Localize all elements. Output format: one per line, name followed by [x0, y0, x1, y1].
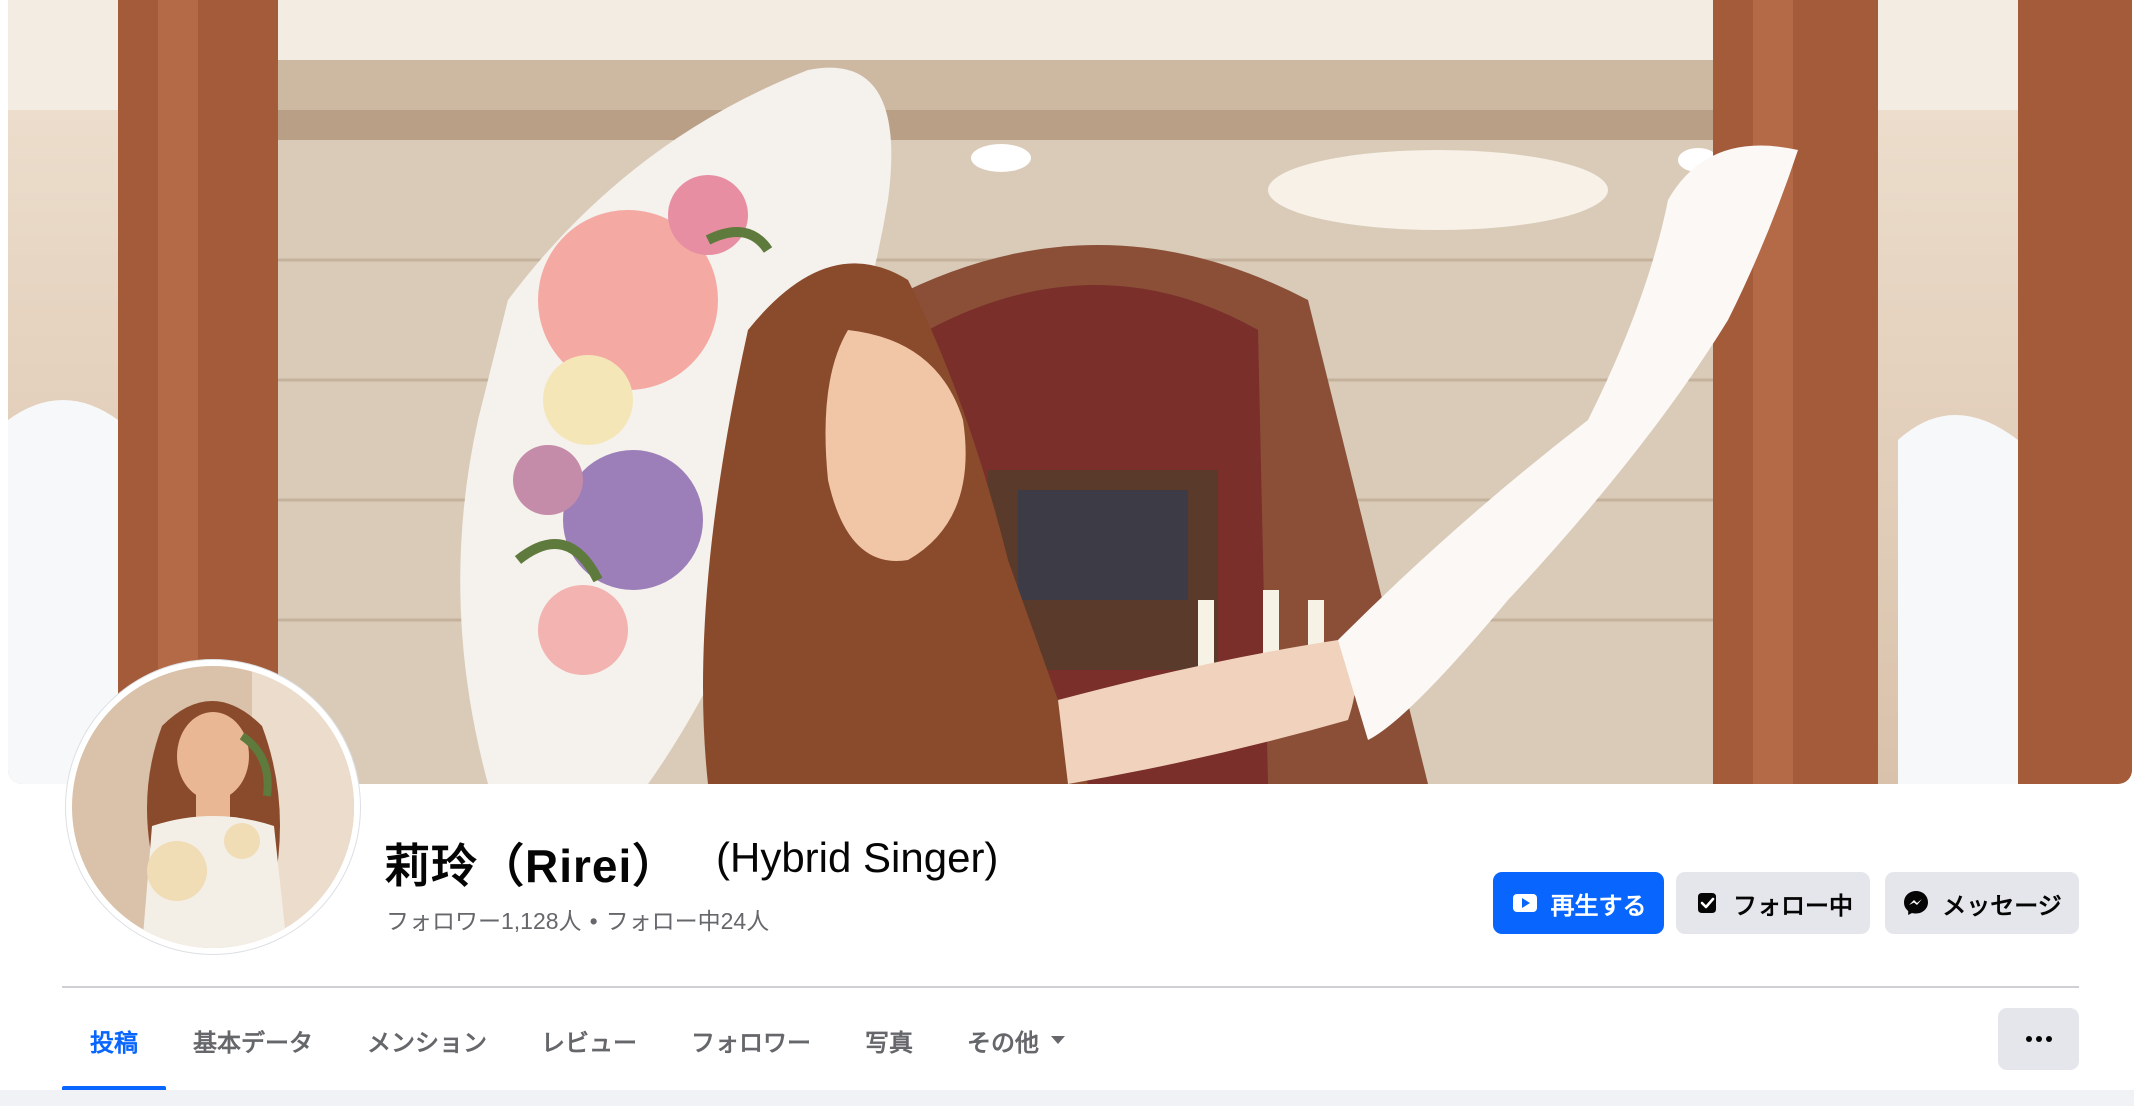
video-play-icon [1512, 894, 1537, 912]
message-button[interactable]: メッセージ [1885, 872, 2079, 934]
tab-label: レビュー [541, 1029, 637, 1057]
messenger-icon [1904, 891, 1929, 915]
following-button[interactable]: フォロー中 [1676, 872, 1870, 934]
page-alternate-name: (Hybrid Singer) [716, 834, 999, 881]
caret-down-icon [1051, 1036, 1065, 1044]
tab-label: 基本データ [193, 1029, 313, 1057]
cover-illustration [8, 0, 2132, 784]
profile-stats: フォロワー1,128人 • フォロー中24人 [386, 902, 769, 936]
tab-label: 投稿 [90, 1029, 138, 1057]
tab-label: フォロワー [691, 1029, 811, 1057]
following-button-label: フォロー中 [1733, 892, 1853, 920]
content-background [0, 1090, 2134, 1106]
more-dots-icon [2025, 1036, 2032, 1042]
tab-followers[interactable]: フォロワー [664, 990, 838, 1090]
tab-about[interactable]: 基本データ [166, 990, 340, 1090]
tab-label: 写真 [865, 1029, 913, 1057]
profile-avatar[interactable] [66, 660, 360, 954]
avatar-illustration [72, 666, 354, 948]
tab-reviews[interactable]: レビュー [514, 990, 664, 1090]
message-button-label: メッセージ [1942, 892, 2062, 920]
play-button[interactable]: 再生する [1493, 872, 1664, 934]
play-button-label: 再生する [1550, 892, 1647, 920]
followers-count-link[interactable]: フォロワー1,128人 [386, 908, 582, 934]
following-count-link[interactable]: フォロー中24人 [606, 908, 770, 934]
tab-mentions[interactable]: メンション [340, 990, 514, 1090]
tab-posts[interactable]: 投稿 [62, 990, 166, 1090]
stats-separator: • [589, 908, 598, 934]
tab-label: その他 [967, 1029, 1039, 1057]
more-options-button[interactable] [1998, 1008, 2079, 1070]
tab-label: メンション [367, 1029, 487, 1057]
following-check-icon [1698, 893, 1716, 913]
cover-photo[interactable] [8, 0, 2132, 784]
profile-page: 莉玲（Rirei） (Hybrid Singer) フォロワー1,128人 • フォ… [0, 0, 2134, 1106]
page-title: 莉玲（Rirei） [384, 840, 680, 892]
tab-more[interactable]: その他 [940, 990, 1092, 1090]
header-divider [62, 986, 2079, 988]
profile-tabs: 投稿 基本データ メンション レビュー フォロワー 写真 その他 [62, 990, 1092, 1090]
tab-photos[interactable]: 写真 [838, 990, 940, 1090]
